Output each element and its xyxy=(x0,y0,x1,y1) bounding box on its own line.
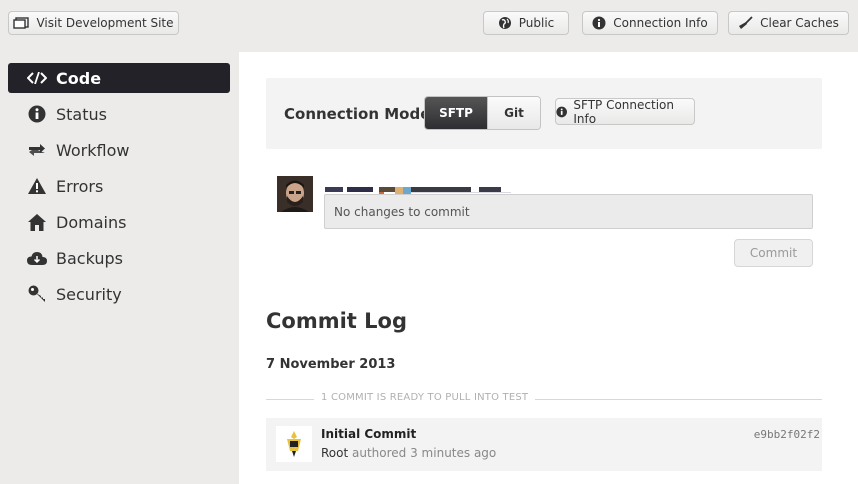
sftp-connection-info-button[interactable]: SFTP Connection Info xyxy=(555,97,695,126)
user-avatar xyxy=(277,176,313,212)
connection-info-button[interactable]: Connection Info xyxy=(582,11,718,35)
sidebar-item-status[interactable]: Status xyxy=(8,99,230,129)
commit-time: authored 3 minutes ago xyxy=(352,446,497,460)
info-icon xyxy=(26,104,48,124)
commit-log-date: 7 November 2013 xyxy=(266,357,396,372)
sidebar-item-label: Errors xyxy=(56,176,104,196)
connection-info-label: Connection Info xyxy=(613,16,708,30)
connection-mode-toggle: SFTP Git xyxy=(424,96,541,130)
browser-window-icon xyxy=(13,17,30,29)
globe-icon xyxy=(498,17,511,29)
sidebar-item-security[interactable]: Security xyxy=(8,279,230,309)
clear-caches-label: Clear Caches xyxy=(760,16,839,30)
pixelated-username xyxy=(325,180,511,195)
commit-author: Root xyxy=(321,446,349,460)
commit-log-title: Commit Log xyxy=(266,309,407,333)
sidebar-item-label: Backups xyxy=(56,248,123,268)
broom-icon xyxy=(739,16,753,29)
visit-development-site-label: Visit Development Site xyxy=(36,16,174,30)
code-panel: Connection Mode: SFTP Git SFTP Connectio… xyxy=(239,52,858,484)
commit-row[interactable]: Initial Commit Root authored 3 minutes a… xyxy=(266,418,822,471)
info-icon xyxy=(556,106,568,117)
home-icon xyxy=(26,212,48,232)
sidebar-item-label: Domains xyxy=(56,212,127,232)
sidebar-item-code[interactable]: Code xyxy=(8,63,230,93)
connection-mode-box: Connection Mode: SFTP Git SFTP Connectio… xyxy=(266,78,822,149)
sidebar-item-label: Code xyxy=(56,68,102,88)
cloud-icon xyxy=(26,248,48,268)
commit-message-input[interactable]: No changes to commit xyxy=(324,194,813,229)
commit-button[interactable]: Commit xyxy=(734,239,813,267)
code-icon xyxy=(26,68,48,88)
commit-author-icon xyxy=(276,426,312,462)
sidebar-item-workflow[interactable]: Workflow xyxy=(8,135,230,165)
connection-mode-label: Connection Mode: xyxy=(284,105,437,123)
visit-development-site-button[interactable]: Visit Development Site xyxy=(8,11,179,35)
sidebar-nav: Code Status Workflow Errors Domains Back… xyxy=(8,63,230,315)
info-icon xyxy=(592,16,606,30)
key-icon xyxy=(26,284,48,304)
git-mode-button[interactable]: Git xyxy=(487,97,540,129)
warning-icon xyxy=(26,176,48,196)
commit-meta: Root authored 3 minutes ago xyxy=(321,446,496,460)
sidebar-item-domains[interactable]: Domains xyxy=(8,207,230,237)
commit-message: Initial Commit xyxy=(321,427,417,441)
commit-hash[interactable]: e9bb2f02f2 xyxy=(754,428,820,441)
clear-caches-button[interactable]: Clear Caches xyxy=(728,11,849,35)
sftp-mode-button[interactable]: SFTP xyxy=(425,97,487,129)
sftp-connection-info-label: SFTP Connection Info xyxy=(573,97,674,126)
ready-to-pull-label: 1 COMMIT IS READY TO PULL INTO TEST xyxy=(314,392,536,403)
public-label: Public xyxy=(518,16,555,30)
public-button[interactable]: Public xyxy=(483,11,569,35)
sidebar-item-backups[interactable]: Backups xyxy=(8,243,230,273)
sidebar-item-label: Security xyxy=(56,284,122,304)
sidebar-item-label: Workflow xyxy=(56,140,130,160)
workflow-arrows-icon xyxy=(26,140,48,160)
sidebar-item-label: Status xyxy=(56,104,107,124)
sidebar-item-errors[interactable]: Errors xyxy=(8,171,230,201)
